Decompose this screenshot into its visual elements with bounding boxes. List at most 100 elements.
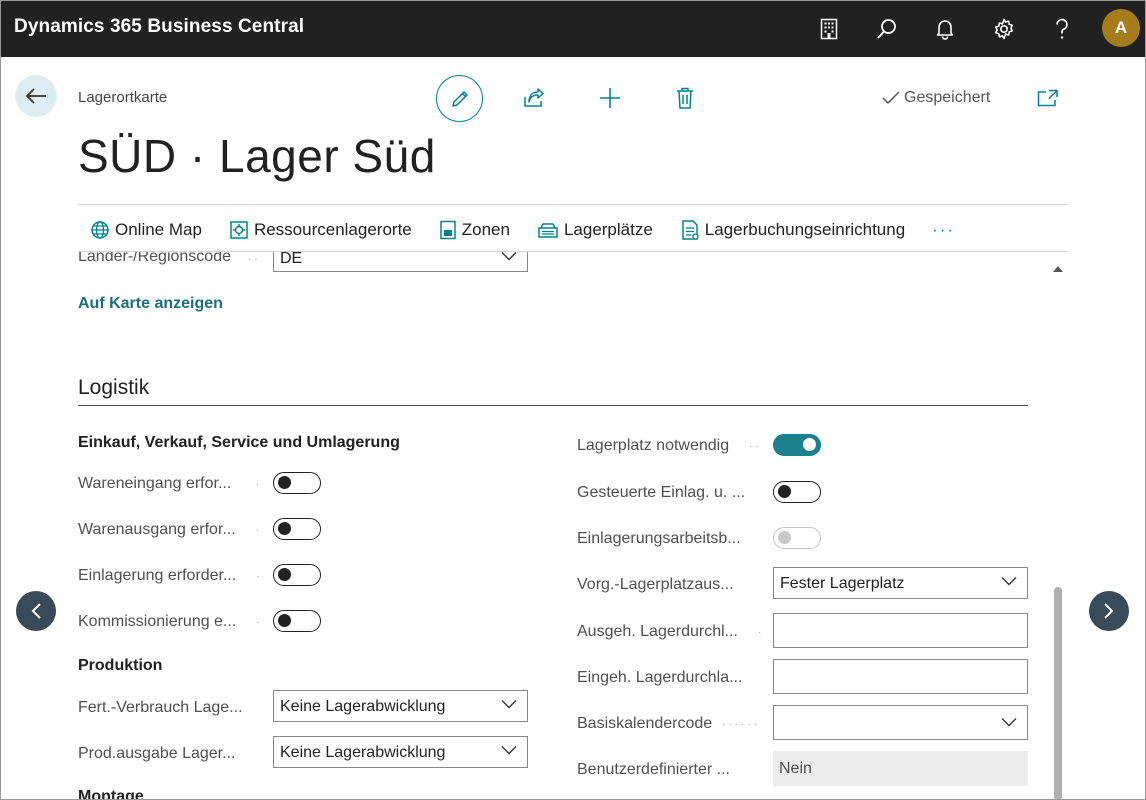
new-button[interactable]	[597, 85, 623, 111]
app-title: Dynamics 365 Business Central	[14, 16, 305, 37]
building-icon[interactable]	[815, 15, 843, 43]
action-resource-locations[interactable]: Ressourcenlagerorte	[229, 220, 412, 240]
pencil-icon	[451, 90, 468, 107]
require-shipment-toggle[interactable]	[273, 518, 321, 540]
require-pick-label: Kommissionierung e...	[78, 613, 237, 630]
scroll-up-arrow-icon[interactable]	[1051, 264, 1065, 274]
help-icon[interactable]	[1048, 15, 1076, 43]
require-receive-toggle[interactable]	[273, 472, 321, 494]
arrow-left-icon	[26, 88, 46, 104]
delete-button[interactable]	[672, 85, 698, 111]
content-area: Länder-/Regionscode ·· DE Auf Karte anze…	[1, 252, 1145, 799]
saved-status: Gespeichert	[881, 89, 990, 107]
previous-record-button[interactable]	[16, 591, 56, 631]
section-divider	[78, 405, 1028, 406]
action-posting-setup[interactable]: Lagerbuchungseinrichtung	[680, 219, 905, 241]
field-dots: ·	[256, 479, 263, 490]
section-title-logistics[interactable]: Logistik	[78, 376, 149, 400]
prod-consumption-select[interactable]: Keine Lagerabwicklung	[273, 690, 528, 722]
action-label: Online Map	[115, 220, 202, 239]
more-actions-button[interactable]: ···	[932, 220, 955, 240]
open-new-window-button[interactable]	[1036, 87, 1060, 109]
gear-icon[interactable]	[990, 15, 1018, 43]
field-dots: ·	[256, 525, 263, 536]
action-zones[interactable]: Zonen	[439, 220, 510, 240]
action-bins[interactable]: Lagerplätze	[537, 220, 653, 240]
group-title-purchase: Einkauf, Verkauf, Service und Umlagerung	[78, 434, 400, 451]
prod-output-select[interactable]: Keine Lagerabwicklung	[273, 736, 528, 768]
toggle-knob	[278, 476, 291, 489]
chevron-down-icon	[501, 252, 517, 261]
require-putaway-toggle[interactable]	[273, 564, 321, 586]
chevron-down-icon	[501, 746, 517, 755]
directed-putaway-label: Gesteuerte Einlag. u. ...	[577, 484, 746, 501]
app-window: Dynamics 365 Business Central A Lagerort…	[0, 0, 1146, 800]
action-online-map[interactable]: Online Map	[90, 220, 202, 240]
back-button[interactable]	[15, 75, 57, 117]
checkmark-icon	[882, 91, 900, 105]
toggle-knob	[278, 614, 291, 627]
inbound-lead-time-label: Eingeh. Lagerdurchla...	[577, 669, 743, 686]
country-value: DE	[280, 252, 303, 267]
field-dots: ··	[248, 254, 261, 265]
inbound-lead-time-input[interactable]	[773, 659, 1028, 694]
share-icon	[524, 88, 544, 107]
chevron-down-icon	[501, 700, 517, 709]
require-receive-label: Wareneingang erfor...	[78, 475, 232, 492]
custom-calendar-value[interactable]: Nein	[773, 751, 1028, 786]
plus-icon	[600, 88, 620, 108]
pop-out-icon	[1037, 89, 1058, 107]
next-record-button[interactable]	[1089, 591, 1129, 631]
default-bin-selection-label: Vorg.-Lagerplatzaus...	[577, 576, 734, 593]
header-divider	[78, 204, 1068, 205]
bin-mandatory-label: Lagerplatz notwendig	[577, 437, 730, 454]
bell-icon[interactable]	[931, 15, 959, 43]
action-bar: Online Map Ressourcenlagerorte Zonen Lag…	[78, 214, 955, 246]
directed-putaway-toggle[interactable]	[773, 481, 821, 503]
bin-mandatory-toggle[interactable]	[773, 434, 821, 456]
field-dots: ·	[758, 627, 765, 638]
top-bar: Dynamics 365 Business Central A	[1, 1, 1145, 57]
default-bin-selection-select[interactable]: Fester Lagerplatz	[773, 567, 1028, 599]
field-dots: ······	[722, 719, 760, 730]
chevron-left-icon	[31, 603, 41, 619]
prod-consumption-label: Fert.-Verbrauch Lage...	[78, 699, 243, 716]
avatar[interactable]: A	[1102, 9, 1140, 47]
require-pick-toggle[interactable]	[273, 610, 321, 632]
base-calendar-select[interactable]	[773, 705, 1028, 740]
field-dots: ··	[749, 441, 762, 452]
saved-label: Gespeichert	[904, 89, 991, 106]
share-button[interactable]	[521, 85, 547, 111]
toggle-knob	[803, 438, 816, 451]
putaway-worksheet-toggle	[773, 527, 821, 549]
resource-location-icon	[230, 221, 248, 239]
prod-consumption-value: Keine Lagerabwicklung	[280, 698, 446, 715]
action-label: Lagerbuchungseinrichtung	[704, 220, 906, 239]
page-title: SÜD · Lager Süd	[78, 130, 436, 182]
posting-setup-icon	[682, 220, 699, 240]
zones-icon	[440, 220, 456, 240]
default-bin-selection-value: Fester Lagerplatz	[780, 575, 905, 592]
outbound-lead-time-label: Ausgeh. Lagerdurchl...	[577, 623, 738, 640]
scrollbar-thumb[interactable]	[1054, 587, 1062, 799]
globe-icon	[91, 221, 109, 239]
outbound-lead-time-input[interactable]	[773, 613, 1028, 648]
page-caption: Lagerortkarte	[78, 89, 168, 106]
prod-output-label: Prod.ausgabe Lager...	[78, 745, 236, 762]
trash-icon	[677, 87, 693, 109]
show-on-map-link[interactable]: Auf Karte anzeigen	[78, 295, 223, 313]
bins-icon	[538, 223, 558, 238]
chevron-right-icon	[1104, 603, 1114, 619]
putaway-worksheet-label: Einlagerungsarbeitsb...	[577, 530, 741, 547]
country-select[interactable]: DE	[273, 252, 528, 272]
toggle-knob	[778, 531, 791, 544]
action-label: Lagerplätze	[563, 220, 653, 239]
require-shipment-label: Warenausgang erfor...	[78, 521, 236, 538]
country-label: Länder-/Regionscode	[78, 252, 231, 265]
action-label: Ressourcenlagerorte	[253, 220, 412, 239]
require-putaway-label: Einlagerung erforder...	[78, 567, 237, 584]
edit-button[interactable]	[436, 75, 483, 122]
chevron-down-icon	[1001, 577, 1017, 586]
search-icon[interactable]	[873, 15, 901, 43]
toggle-knob	[278, 522, 291, 535]
